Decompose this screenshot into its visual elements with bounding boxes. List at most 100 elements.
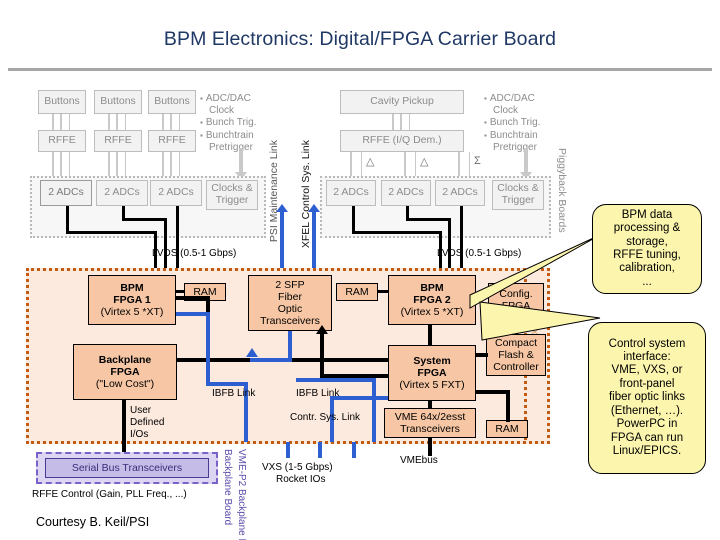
vxs-arrow-1 bbox=[286, 442, 290, 458]
bpm-fpga-1-l1: BPM bbox=[120, 281, 144, 294]
callout2-l9: Linux/EPICS. bbox=[612, 444, 682, 457]
clock-arrow-shaft-right bbox=[524, 148, 528, 173]
wire-fpga1-blue-v bbox=[206, 312, 210, 386]
title-divider bbox=[8, 68, 712, 71]
bpm-fpga-2-l1: BPM bbox=[420, 281, 444, 294]
callout2-l3: VME, VXS, or bbox=[611, 364, 683, 377]
delta-symbol-2: △ bbox=[420, 156, 429, 168]
callout2-l4: front-panel bbox=[619, 377, 675, 390]
vme-transceivers-block: VME 64x/2esst Transceivers bbox=[384, 408, 476, 438]
callout1-l6: ... bbox=[642, 275, 652, 288]
system-fpga-block: System FPGA (Virtex 5 FXT) bbox=[388, 345, 476, 401]
ram-mid-block: RAM bbox=[336, 283, 378, 301]
bullet-r-bunchtrain-cont: Pretrigger bbox=[493, 141, 537, 153]
ribbon-buttons-rffe-1 bbox=[52, 114, 70, 130]
wire-adc-r1-h bbox=[352, 231, 442, 234]
clocks-trigger-left-l2: Trigger bbox=[215, 194, 249, 206]
bpm-fpga-1-block: BPM FPGA 1 (Virtex 5 *XT) bbox=[88, 275, 176, 325]
backplane-board-label: Backplane Board bbox=[222, 449, 233, 526]
callout-pointer-lines bbox=[469, 234, 601, 341]
rffe-block-2: RFFE bbox=[94, 130, 142, 152]
rffe-block-1: RFFE bbox=[38, 130, 86, 152]
user-defined-l3: I/Os bbox=[130, 429, 149, 440]
adc-block-l2: 2 ADCs bbox=[96, 180, 148, 206]
wire-fpga1-bus-h bbox=[176, 296, 210, 300]
sfp-l4: Transceivers bbox=[260, 315, 320, 328]
user-defined-l1: User bbox=[130, 405, 152, 416]
callout1-l4: RFFE tuning, bbox=[613, 249, 681, 261]
bpm-fpga-2-block: BPM FPGA 2 (Virtex 5 *XT) bbox=[388, 275, 476, 325]
wire-ibfb-right-v bbox=[372, 378, 376, 442]
wire-sfp-arrowhead bbox=[246, 348, 258, 357]
psi-maintenance-link-label: PSI Maintenance Link bbox=[268, 140, 280, 243]
wire-sfp-black-arrowhead bbox=[316, 325, 328, 334]
backplane-fpga-l3: ("Low Cost") bbox=[95, 378, 155, 391]
system-fpga-l2: FPGA bbox=[417, 366, 447, 379]
wire-ibfb-left-h bbox=[206, 382, 248, 386]
delta-symbol-1: △ bbox=[366, 156, 375, 168]
adc-block-l3: 2 ADCs bbox=[150, 180, 202, 206]
clocks-trigger-left: Clocks & Trigger bbox=[206, 180, 258, 210]
compact-flash-l3: Controller bbox=[493, 361, 539, 374]
ribbon-buttons-rffe-3 bbox=[162, 114, 180, 130]
xfel-link-arrow-head bbox=[308, 204, 320, 212]
backplane-fpga-l1: Backplane bbox=[98, 353, 152, 366]
sigma-symbol: Σ bbox=[474, 155, 481, 167]
slide-canvas: BPM Electronics: Digital/FPGA Carrier Bo… bbox=[0, 0, 720, 540]
courtesy-credit: Courtesy B. Keil/PSI bbox=[36, 515, 150, 529]
wire-adc-l2-v2 bbox=[164, 218, 167, 271]
system-fpga-l1: System bbox=[413, 354, 451, 367]
buttons-block-2: Buttons bbox=[94, 90, 142, 114]
bullet-adc-dac-clock-cont: Clock bbox=[209, 105, 235, 117]
callout1-l2: processing & bbox=[613, 222, 681, 235]
wire-ram-right-h bbox=[476, 390, 510, 394]
wire-adc-r2-h bbox=[406, 218, 450, 221]
lvds-left-label: LVDS (0.5-1 Gbps) bbox=[152, 248, 237, 259]
wire-adc-r1-v bbox=[352, 206, 355, 233]
vxs-arrow-2 bbox=[318, 442, 322, 458]
contr-sys-link-label: Contr. Sys. Link bbox=[290, 412, 361, 423]
callout1-l5: calibration, bbox=[619, 262, 675, 275]
bpm-fpga-2-l3: (Virtex 5 *XT) bbox=[400, 306, 464, 319]
psi-link-arrow-shaft bbox=[280, 210, 284, 272]
bullet-bunch-trig: Bunch Trig. bbox=[200, 117, 257, 129]
sfp-l3: Optic bbox=[277, 303, 303, 315]
adc-block-l1: 2 ADCs bbox=[40, 180, 92, 206]
wire-adc-r3-v bbox=[460, 206, 463, 271]
callout2-l2: interface: bbox=[623, 351, 671, 364]
bullet-bunchtrain-cont: Pretrigger bbox=[209, 141, 253, 153]
sfp-l2: Fiber bbox=[278, 290, 302, 303]
callout2-l5: fiber optic links bbox=[608, 391, 686, 404]
user-defined-l2: Defined bbox=[130, 417, 165, 428]
adc-block-r2: 2 ADCs bbox=[381, 180, 431, 206]
adc-block-r1: 2 ADCs bbox=[326, 180, 376, 206]
wire-vmebus bbox=[428, 438, 432, 456]
callout1-l1: BPM data bbox=[621, 208, 673, 221]
wire-sfp-black-v bbox=[320, 331, 324, 377]
wire-adc-l1-v bbox=[66, 206, 69, 233]
callout-control-system-interface: Control system interface: VME, VXS, or f… bbox=[588, 322, 706, 474]
left-frontend-bullets: ADC/DAC Clock Bunch Trig. Bunchtrain Pre… bbox=[200, 93, 257, 154]
callout2-l1: Control system bbox=[608, 337, 686, 350]
callout2-l7: PowerPC in bbox=[616, 418, 678, 431]
vme-p2-backplane-label: VME-P2 Backplane Board bbox=[236, 449, 247, 540]
backplane-fpga-l2: FPGA bbox=[110, 365, 140, 378]
wire-sfp-blue-h bbox=[250, 358, 292, 362]
vme-transceivers-l2: Transceivers bbox=[400, 423, 460, 435]
rffe-control-label: RFFE Control (Gain, PLL Freq., ...) bbox=[32, 489, 187, 500]
bullet-r-adc-dac-clock: ADC/DAC bbox=[484, 93, 540, 105]
page-title: BPM Electronics: Digital/FPGA Carrier Bo… bbox=[163, 28, 557, 50]
xfel-control-link-label: XFEL Control Sys. Link bbox=[300, 140, 312, 249]
bpm-fpga-1-l3: (Virtex 5 *XT) bbox=[100, 306, 164, 319]
bullet-bunchtrain: Bunchtrain bbox=[200, 130, 256, 142]
wire-adc-l1-h bbox=[66, 231, 157, 234]
system-fpga-l3: (Virtex 5 FXT) bbox=[399, 379, 465, 392]
bullet-r-bunch-trig: Bunch Trig. bbox=[484, 117, 541, 129]
wire-adc-l2-h bbox=[122, 218, 167, 221]
callout2-l8: FPGA can run bbox=[610, 431, 684, 444]
backplane-fpga-block: Backplane FPGA ("Low Cost") bbox=[73, 344, 177, 400]
ribbon-buttons-rffe-2 bbox=[108, 114, 126, 130]
sfp-transceivers-block: 2 SFP Fiber Optic Transceivers bbox=[248, 275, 332, 331]
sfp-l1: 2 SFP bbox=[275, 278, 305, 291]
right-frontend-bullets: ADC/DAC Clock Bunch Trig. Bunchtrain Pre… bbox=[484, 93, 541, 154]
